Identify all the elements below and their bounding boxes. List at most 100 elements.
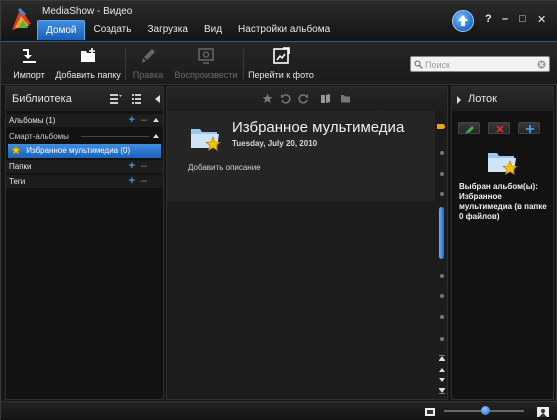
tray-selection-info: Выбран альбом(ы): Избранное мультимедиа … [459, 182, 547, 221]
remove-tag-button[interactable]: – [141, 175, 147, 188]
folder-icon[interactable] [340, 93, 351, 104]
favorites-album-label: Избранное мультимедиа (0) [26, 146, 131, 155]
smart-albums-section[interactable]: Смарт-альбомы [6, 130, 163, 143]
minimize-button[interactable]: – [502, 13, 508, 25]
library-title: Библиотека [12, 93, 72, 105]
list-view-icon[interactable] [110, 93, 122, 105]
timeline-dot[interactable] [440, 151, 444, 155]
zoom-slider-thumb[interactable] [481, 406, 490, 415]
menu-tab-home[interactable]: Домой [37, 20, 86, 40]
collapse-left-icon[interactable] [152, 93, 164, 105]
timeline-dot[interactable] [440, 294, 444, 298]
timeline-dot[interactable] [440, 192, 444, 196]
edit-button[interactable]: Правка [130, 46, 166, 80]
slideshow-icon [198, 48, 214, 64]
delete-icon [496, 125, 504, 133]
album-date: Tuesday, July 20, 2010 [232, 139, 318, 148]
albums-section[interactable]: Альбомы (1) + – [6, 114, 163, 127]
thumbnail-large-icon[interactable] [536, 406, 550, 418]
tray-header[interactable]: Лоток [452, 87, 553, 111]
add-folder-label: Добавить папку [55, 70, 121, 80]
star-icon [11, 145, 21, 155]
thumbnail-small-icon[interactable] [424, 407, 436, 417]
rotate-right-icon[interactable] [298, 93, 309, 104]
detail-view-icon[interactable] [132, 93, 144, 105]
search-icon [414, 60, 423, 69]
tray-title: Лоток [468, 93, 497, 105]
album-card[interactable]: Избранное мультимедиа Tuesday, July 20, … [167, 111, 435, 201]
timeline-dot[interactable] [440, 337, 444, 341]
open-album-icon[interactable] [320, 93, 331, 104]
favorites-folder-icon [191, 129, 221, 152]
add-folder-icon [81, 48, 95, 62]
title-bar: MediaShow - Видео Домой Создать Загрузка… [1, 1, 557, 41]
add-folder-small-button[interactable]: + [129, 160, 135, 173]
scroll-down-icon[interactable] [439, 377, 445, 383]
update-button[interactable] [452, 10, 474, 32]
edit-label: Правка [132, 70, 164, 80]
album-description[interactable]: Добавить описание [188, 163, 261, 172]
mediashow-logo-icon [12, 7, 31, 30]
main-toolbar [167, 87, 447, 111]
remove-folder-button[interactable]: – [141, 160, 147, 173]
menu-tab-view[interactable]: Вид [196, 20, 230, 40]
scroll-bottom-icon[interactable] [439, 388, 445, 394]
menu-tab-create[interactable]: Создать [85, 20, 139, 40]
add-icon [526, 125, 534, 133]
tags-label: Теги [9, 177, 26, 186]
close-button[interactable]: ✕ [537, 13, 546, 26]
add-album-button[interactable]: + [129, 114, 135, 127]
timeline-dot[interactable] [440, 315, 444, 319]
remove-album-button[interactable]: – [141, 114, 147, 127]
menu-tab-upload[interactable]: Загрузка [139, 20, 195, 40]
status-bar [1, 401, 557, 420]
brush-icon [142, 49, 155, 63]
main-menu: Домой Создать Загрузка Вид Настройки аль… [37, 20, 338, 40]
favorites-folder-icon [488, 153, 518, 176]
tray-add-button[interactable] [518, 122, 540, 134]
collapse-albums-icon[interactable] [153, 118, 159, 122]
photo-goto-icon [273, 47, 290, 64]
expand-tray-icon[interactable] [457, 96, 461, 104]
folders-label: Папки [9, 162, 32, 171]
favorites-album-item[interactable]: Избранное мультимедиа (0) [8, 144, 161, 158]
timeline-scroller[interactable] [435, 111, 449, 401]
add-tag-button[interactable]: + [129, 175, 135, 188]
tray-pin-button[interactable] [458, 122, 480, 134]
import-icon [23, 49, 36, 63]
menu-tab-album-settings[interactable]: Настройки альбома [230, 20, 338, 40]
play-label: Воспроизвести [174, 70, 238, 80]
import-button[interactable]: Импорт [11, 46, 47, 80]
tray-remove-button[interactable] [488, 122, 510, 134]
scroll-up-icon[interactable] [439, 367, 445, 373]
import-label: Импорт [13, 70, 45, 80]
section-divider [81, 136, 149, 137]
tags-section[interactable]: Теги + – [6, 175, 163, 188]
library-header: Библиотека [6, 87, 163, 111]
search-input[interactable] [425, 58, 533, 71]
toolbar-divider [125, 48, 126, 80]
favorite-star-icon[interactable] [262, 93, 273, 104]
toolbar: Импорт Добавить папку Правка Воспроизвес… [1, 41, 557, 85]
timeline-dot[interactable] [440, 172, 444, 176]
maximize-button[interactable]: □ [519, 13, 526, 25]
goto-photo-button[interactable]: Перейти к фото [247, 46, 315, 80]
collapse-smart-albums-icon[interactable] [153, 134, 159, 138]
toolbar-divider [243, 48, 244, 80]
timeline-dot[interactable] [440, 274, 444, 278]
clear-search-icon[interactable] [537, 60, 546, 69]
folders-section[interactable]: Папки + – [6, 160, 163, 173]
goto-photo-label: Перейти к фото [248, 70, 314, 80]
add-folder-button[interactable]: Добавить папку [55, 46, 121, 80]
timeline-scroll-thumb[interactable] [439, 207, 444, 259]
albums-label: Альбомы (1) [9, 116, 56, 125]
rotate-left-icon[interactable] [280, 93, 291, 104]
search-box [410, 56, 550, 72]
album-title[interactable]: Избранное мультимедиа [232, 119, 404, 136]
help-button[interactable]: ? [485, 13, 492, 25]
scroll-top-icon[interactable] [439, 355, 445, 361]
window-title: MediaShow - Видео [42, 6, 133, 17]
timeline-current-marker [437, 124, 445, 129]
play-button[interactable]: Воспроизвести [173, 46, 239, 80]
smart-albums-label: Смарт-альбомы [9, 132, 69, 141]
